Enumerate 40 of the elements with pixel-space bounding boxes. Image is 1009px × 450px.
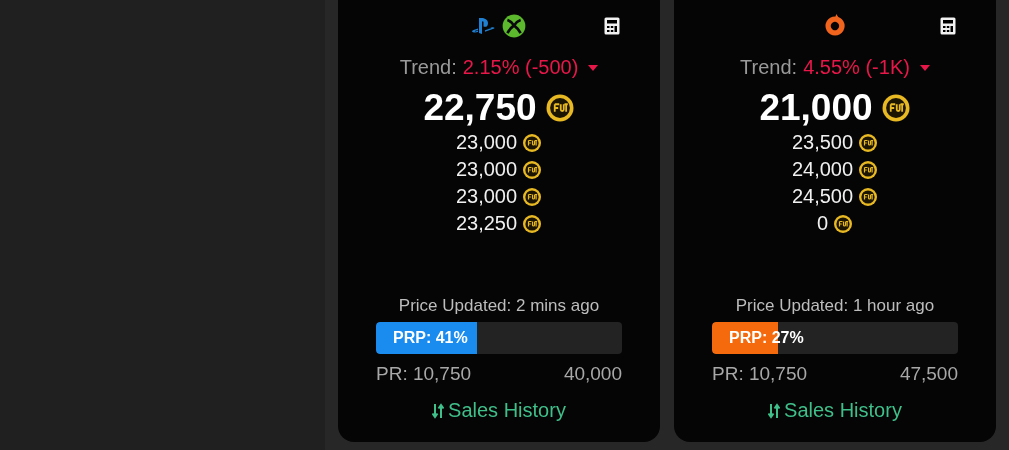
sort-arrows-icon — [432, 402, 445, 419]
price-range-min: PR: 10,750 — [376, 363, 472, 385]
listing-price: 23,000 — [455, 158, 518, 181]
price-range-max: 47,500 — [899, 363, 958, 385]
coin-icon — [522, 186, 543, 207]
price-updated-text: Price Updated: 1 hour ago — [735, 296, 935, 316]
coin-icon — [522, 132, 543, 153]
price-updated-text: Price Updated: 2 mins ago — [398, 296, 600, 316]
sort-arrows-icon — [768, 402, 781, 419]
caret-down-icon — [919, 64, 930, 71]
listing-price: 23,500 — [791, 131, 854, 154]
coin-icon — [522, 213, 543, 234]
listing-price: 23,000 — [455, 131, 518, 154]
price-range-min: PR: 10,750 — [712, 363, 808, 385]
price-range-max: 40,000 — [563, 363, 622, 385]
price: 21,000 — [759, 87, 873, 129]
coin-icon — [522, 159, 543, 180]
listing-price: 24,500 — [791, 185, 854, 208]
listing-price: 0 — [816, 212, 829, 235]
coin-icon — [858, 186, 879, 207]
coin-icon — [880, 93, 911, 123]
sales-history-link[interactable]: Sales History — [432, 399, 566, 422]
coin-icon — [544, 93, 575, 123]
trend-label: Trend: — [399, 56, 457, 79]
coin-icon — [858, 132, 879, 153]
x-circle-logo-icon — [501, 14, 527, 38]
prp-label: PRP: 41% — [393, 329, 468, 347]
listing-price: 24,000 — [791, 158, 854, 181]
listing-price: 23,000 — [455, 185, 518, 208]
caret-down-icon — [588, 64, 599, 71]
sales-history-link[interactable]: Sales History — [768, 399, 902, 422]
trend-value: 2.15% (-500) — [462, 56, 579, 79]
trend-value: 4.55% (-1K) — [803, 56, 910, 79]
listing-price: 23,250 — [455, 212, 518, 235]
price: 22,750 — [423, 87, 537, 129]
coin-icon — [833, 213, 854, 234]
coin-icon — [858, 159, 879, 180]
trend-label: Trend: — [740, 56, 798, 79]
calculator-icon[interactable] — [940, 17, 956, 35]
calculator-icon[interactable] — [604, 17, 620, 35]
